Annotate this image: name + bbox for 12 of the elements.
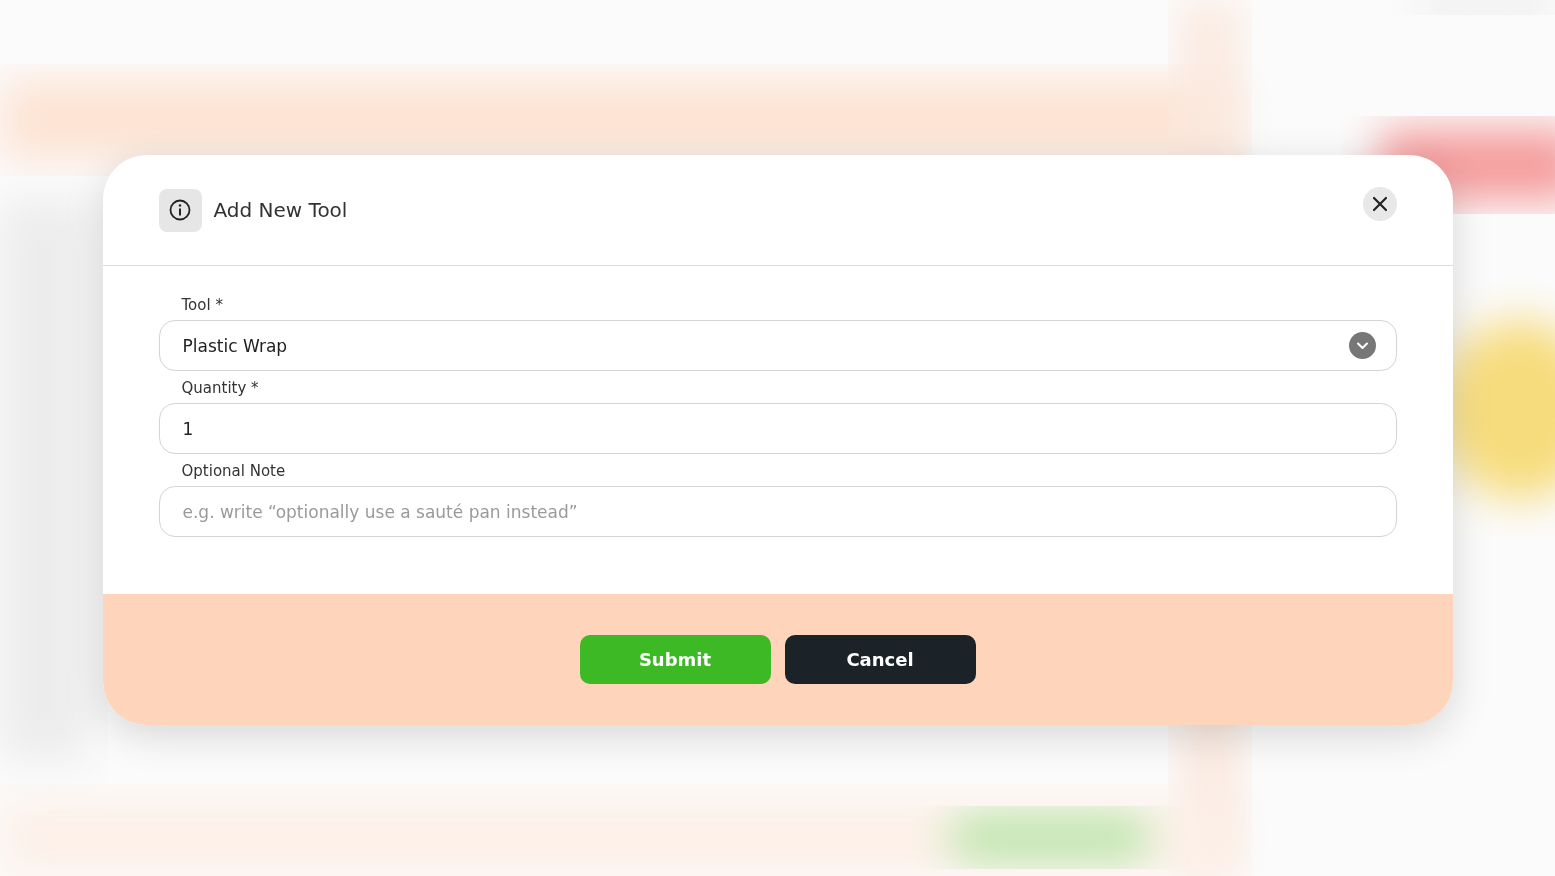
cancel-button[interactable]: Cancel	[784, 635, 976, 684]
field-label: Optional Note	[181, 462, 287, 480]
dropdown-field[interactable]: Plastic Wrap	[158, 320, 1397, 371]
field-label: Quantity *	[181, 379, 260, 397]
dialog-title: Add New Tool	[213, 198, 349, 222]
info-icon	[158, 188, 202, 232]
input-field[interactable]: e.g. write “optionally use a sauté pan instead”	[158, 486, 1397, 537]
chevron-down-icon	[1348, 332, 1376, 359]
close-icon	[1371, 196, 1388, 212]
field-label: Tool *	[181, 296, 224, 314]
close-button[interactable]	[1362, 187, 1397, 221]
input-field[interactable]: 1	[158, 403, 1397, 454]
